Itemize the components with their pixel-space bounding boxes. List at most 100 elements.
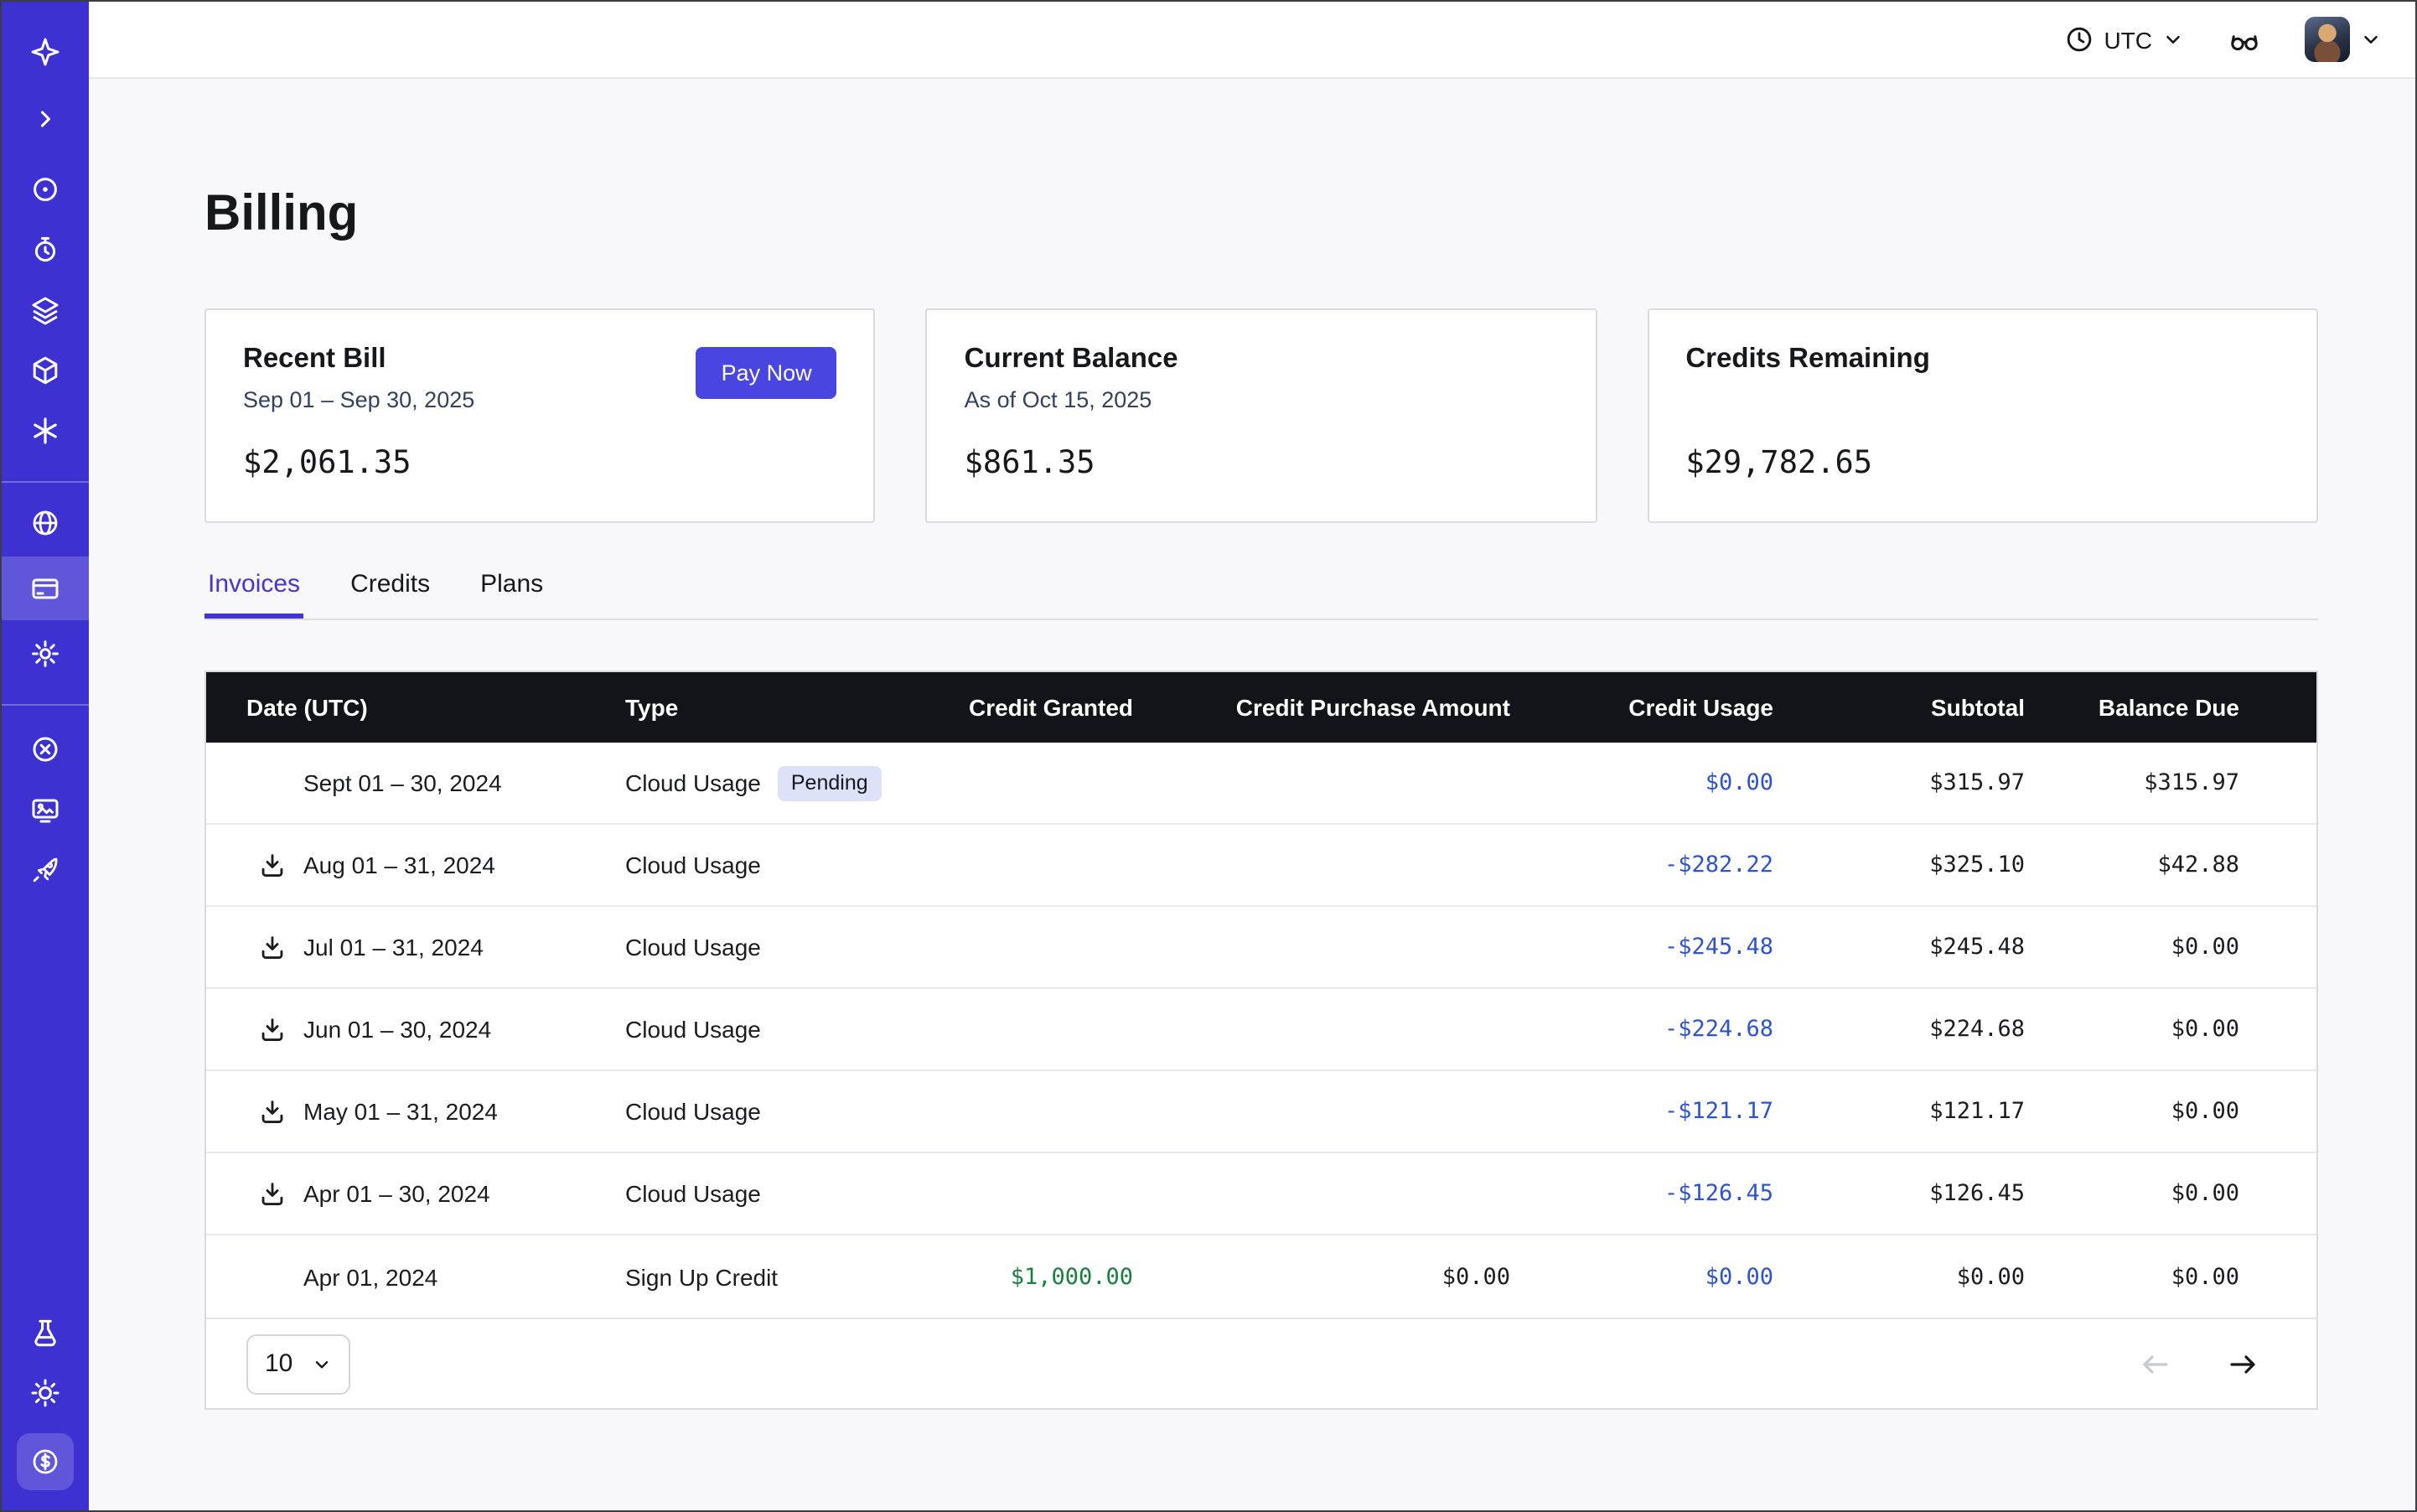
column-header-credit-purchase: Credit Purchase Amount bbox=[1173, 672, 1550, 743]
invoice-type: Cloud Usage bbox=[625, 1180, 761, 1207]
avatar bbox=[2305, 17, 2350, 62]
previous-page-icon[interactable] bbox=[2139, 1347, 2172, 1380]
card-subtitle: As of Oct 15, 2025 bbox=[965, 387, 1559, 416]
chevron-down-icon bbox=[2360, 28, 2382, 50]
summary-cards: Recent Bill Pay Now Sep 01 – Sep 30, 202… bbox=[204, 308, 2318, 523]
table-row: Jun 01 – 30, 2024 Cloud Usage -$224.68 $… bbox=[206, 989, 2316, 1071]
balance-due-value: $42.88 bbox=[2065, 825, 2316, 905]
pinwheel-logo-icon[interactable] bbox=[2, 22, 89, 82]
column-header-credit-usage: Credit Usage bbox=[1550, 672, 1814, 743]
credit-usage-value: $0.00 bbox=[1550, 743, 1814, 823]
table-row: May 01 – 31, 2024 Cloud Usage -$121.17 $… bbox=[206, 1071, 2316, 1153]
dollar-coin-icon[interactable] bbox=[17, 1433, 74, 1490]
download-invoice-icon[interactable] bbox=[256, 1178, 287, 1209]
subtotal-value: $245.48 bbox=[1814, 907, 2065, 987]
subtotal-value: $224.68 bbox=[1814, 989, 2065, 1069]
table-row: Jul 01 – 31, 2024 Cloud Usage -$245.48 $… bbox=[206, 907, 2316, 989]
invoice-date-cell: Sept 01 – 30, 2024 bbox=[206, 743, 585, 823]
glasses-icon[interactable] bbox=[2228, 24, 2261, 54]
target-icon[interactable] bbox=[2, 159, 89, 220]
subtotal-value: $121.17 bbox=[1814, 1071, 2065, 1152]
card-amount: $29,782.65 bbox=[1685, 446, 2280, 481]
invoice-date-cell: Jun 01 – 30, 2024 bbox=[206, 989, 585, 1069]
globe-icon[interactable] bbox=[2, 493, 89, 553]
invoice-type: Cloud Usage bbox=[625, 852, 761, 878]
next-page-icon[interactable] bbox=[2226, 1347, 2259, 1380]
invoice-type-cell: Cloud Usage bbox=[585, 907, 910, 987]
tab-credits[interactable]: Credits bbox=[347, 570, 433, 619]
credit-granted-value bbox=[910, 1153, 1173, 1234]
gear-icon[interactable] bbox=[2, 624, 89, 684]
credit-usage-value: -$126.45 bbox=[1550, 1153, 1814, 1234]
timezone-selector[interactable]: UTC bbox=[2065, 25, 2184, 54]
credits-remaining-card: Credits Remaining $29,782.65 bbox=[1647, 308, 2318, 523]
app-window: UTC bbox=[0, 0, 2417, 1512]
card-title: Credits Remaining bbox=[1685, 344, 2280, 375]
sidebar-divider bbox=[2, 481, 89, 483]
invoice-type-cell: Sign Up Credit bbox=[585, 1235, 910, 1318]
balance-due-value: $0.00 bbox=[2065, 907, 2316, 987]
invoice-type: Cloud Usage bbox=[625, 769, 761, 796]
invoice-type: Cloud Usage bbox=[625, 1098, 761, 1125]
rocket-icon[interactable] bbox=[2, 840, 89, 900]
flask-icon[interactable] bbox=[2, 1302, 89, 1363]
table-row: Apr 01, 2024 Sign Up Credit $1,000.00 $0… bbox=[206, 1235, 2316, 1318]
download-invoice-icon[interactable] bbox=[256, 1096, 287, 1126]
tab-plans[interactable]: Plans bbox=[477, 570, 546, 619]
recent-bill-card: Recent Bill Pay Now Sep 01 – Sep 30, 202… bbox=[204, 308, 876, 523]
column-header-date: Date (UTC) bbox=[206, 672, 585, 743]
balance-due-value: $315.97 bbox=[2065, 743, 2316, 823]
cube-icon[interactable] bbox=[2, 340, 89, 401]
stopwatch-icon[interactable] bbox=[2, 220, 89, 280]
invoice-date-cell: Apr 01, 2024 bbox=[206, 1235, 585, 1318]
table-row: Aug 01 – 31, 2024 Cloud Usage -$282.22 $… bbox=[206, 825, 2316, 907]
circle-x-icon[interactable] bbox=[2, 719, 89, 779]
invoice-date: Aug 01 – 31, 2024 bbox=[303, 852, 495, 878]
credit-purchase-value bbox=[1173, 1153, 1550, 1234]
credit-purchase-value bbox=[1173, 1071, 1550, 1152]
download-invoice-icon[interactable] bbox=[256, 850, 287, 880]
billing-tabs: Invoices Credits Plans bbox=[204, 570, 2318, 620]
invoice-type-cell: Cloud Usage bbox=[585, 1071, 910, 1152]
column-header-credit-granted: Credit Granted bbox=[910, 672, 1173, 743]
invoice-date: Jun 01 – 30, 2024 bbox=[303, 1016, 491, 1043]
page-size-select[interactable]: 10 bbox=[246, 1333, 350, 1394]
page-title: Billing bbox=[204, 186, 2318, 241]
credit-granted-value bbox=[910, 1071, 1173, 1152]
clock-icon bbox=[2065, 25, 2094, 54]
invoice-type-cell: Cloud Usage Pending bbox=[585, 743, 910, 823]
invoice-date: Sept 01 – 30, 2024 bbox=[303, 769, 502, 796]
card-subtitle bbox=[1685, 387, 2280, 416]
chevron-down-icon bbox=[2162, 28, 2184, 50]
invoice-date: May 01 – 31, 2024 bbox=[303, 1098, 498, 1125]
credit-purchase-value bbox=[1173, 825, 1550, 905]
subtotal-value: $315.97 bbox=[1814, 743, 2065, 823]
subtotal-value: $0.00 bbox=[1814, 1235, 2065, 1318]
chevron-right-icon[interactable] bbox=[2, 89, 89, 149]
monitor-icon[interactable] bbox=[2, 779, 89, 840]
status-badge: Pending bbox=[778, 765, 882, 800]
invoice-type: Sign Up Credit bbox=[625, 1263, 778, 1290]
subtotal-value: $325.10 bbox=[1814, 825, 2065, 905]
credit-card-icon[interactable] bbox=[2, 557, 89, 620]
pay-now-button[interactable]: Pay Now bbox=[696, 347, 837, 399]
table-row: Apr 01 – 30, 2024 Cloud Usage -$126.45 $… bbox=[206, 1153, 2316, 1235]
main-column: UTC bbox=[89, 2, 2415, 1510]
download-invoice-icon[interactable] bbox=[256, 932, 287, 962]
account-menu[interactable] bbox=[2305, 17, 2382, 62]
invoice-date: Apr 01 – 30, 2024 bbox=[303, 1180, 490, 1207]
tab-invoices[interactable]: Invoices bbox=[204, 570, 303, 619]
current-balance-card: Current Balance As of Oct 15, 2025 $861.… bbox=[926, 308, 1597, 523]
subtotal-value: $126.45 bbox=[1814, 1153, 2065, 1234]
sun-icon[interactable] bbox=[2, 1363, 89, 1423]
credit-granted-value bbox=[910, 825, 1173, 905]
card-amount: $2,061.35 bbox=[243, 446, 837, 481]
layers-icon[interactable] bbox=[2, 280, 89, 340]
credit-granted-value bbox=[910, 907, 1173, 987]
credit-usage-value: -$245.48 bbox=[1550, 907, 1814, 987]
asterisk-icon[interactable] bbox=[2, 401, 89, 461]
credit-granted-value bbox=[910, 989, 1173, 1069]
credit-purchase-value bbox=[1173, 989, 1550, 1069]
table-header: Date (UTC) Type Credit Granted Credit Pu… bbox=[206, 672, 2316, 743]
download-invoice-icon[interactable] bbox=[256, 1014, 287, 1044]
